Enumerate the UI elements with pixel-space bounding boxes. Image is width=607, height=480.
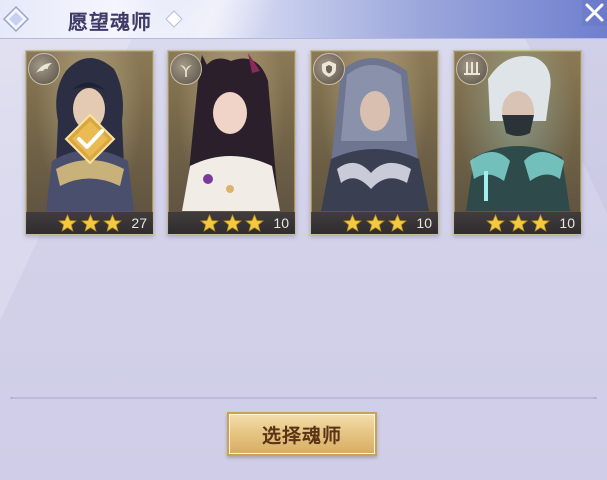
soul-master-card-2[interactable]: 10 [167, 50, 296, 235]
type-badge [456, 53, 488, 85]
star-rating [58, 214, 122, 232]
soul-master-card-3[interactable]: 10 [310, 50, 439, 235]
header-bar: 愿望魂师 [0, 0, 607, 39]
flower-icon [180, 65, 192, 77]
wing-icon [36, 63, 52, 73]
section-divider [10, 397, 597, 399]
select-soul-master-button[interactable]: 选择魂师 [227, 412, 377, 456]
select-button-label: 选择魂师 [261, 424, 342, 447]
star-icon [103, 214, 122, 232]
star-icon [80, 214, 100, 232]
star-icon [365, 214, 385, 232]
level-label: 27 [131, 215, 147, 231]
star-rating [200, 214, 264, 232]
card-footer: 10 [454, 212, 581, 234]
shield-icon [322, 61, 336, 77]
card-footer: 27 [26, 212, 153, 234]
star-icon [200, 214, 219, 232]
small-diamond-icon [165, 10, 183, 28]
card-footer: 10 [168, 212, 295, 234]
star-rating [343, 214, 407, 232]
star-icon [508, 214, 528, 232]
star-rating [486, 214, 550, 232]
star-icon [58, 214, 77, 232]
swords-icon [464, 62, 480, 75]
card-footer: 10 [311, 212, 438, 234]
soul-master-card-4[interactable]: 10 [453, 50, 582, 235]
star-icon [531, 214, 550, 232]
star-icon [222, 214, 242, 232]
selected-check-icon [64, 113, 116, 165]
ornament-diamond-icon [2, 5, 30, 33]
star-icon [245, 214, 264, 232]
star-icon [486, 214, 505, 232]
page-title: 愿望魂师 [68, 10, 152, 34]
header-glow [141, 0, 279, 38]
close-x-icon[interactable] [582, 0, 607, 26]
star-icon [388, 214, 407, 232]
type-badge [313, 53, 345, 85]
soul-master-card-1[interactable]: 27 [25, 50, 154, 235]
level-label: 10 [559, 215, 575, 231]
star-icon [343, 214, 362, 232]
type-badge [28, 53, 60, 85]
type-badge [170, 53, 202, 85]
level-label: 10 [273, 215, 289, 231]
level-label: 10 [416, 215, 432, 231]
